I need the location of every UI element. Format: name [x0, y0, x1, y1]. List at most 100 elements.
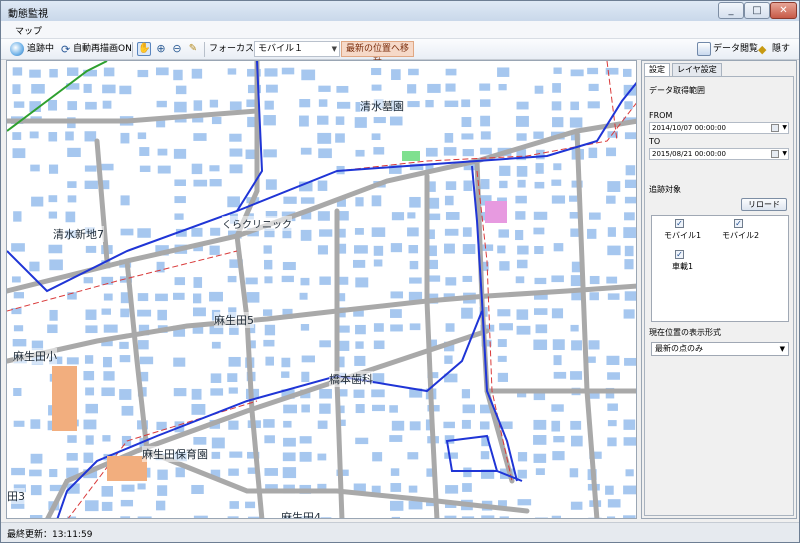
building-block — [354, 245, 368, 254]
building-block — [444, 243, 455, 254]
zoom-out-icon[interactable]: ⊖ — [170, 42, 184, 56]
building-block — [552, 339, 565, 350]
focus-select[interactable]: モバイル１ ▼ — [254, 41, 340, 57]
building-block — [624, 245, 634, 257]
zoom-in-icon[interactable]: ⊕ — [154, 42, 168, 56]
building-block — [227, 275, 237, 283]
building-block — [535, 324, 548, 334]
building-block — [12, 148, 26, 159]
hide-button[interactable]: 隠す — [772, 42, 790, 57]
maximize-icon[interactable]: □ — [744, 2, 770, 19]
building-block — [173, 357, 186, 367]
calendar-icon[interactable] — [771, 124, 779, 132]
auto-redraw-toggle[interactable]: 自動再描画ON — [73, 42, 132, 57]
display-format-select[interactable]: 最新の点のみ ▼ — [651, 342, 789, 356]
close-icon[interactable]: ✕ — [770, 2, 797, 19]
data-view-button[interactable]: データ閲覧 — [713, 42, 758, 57]
move-to-latest-button[interactable]: 最新の位置へ移動 — [341, 41, 414, 68]
building-block — [553, 163, 562, 171]
building-block — [517, 245, 529, 255]
building-block — [48, 99, 58, 111]
building-block — [192, 307, 206, 317]
tracking-toggle[interactable]: 追跡中 — [27, 42, 54, 57]
building-block — [516, 133, 527, 141]
building-block — [623, 419, 636, 430]
building-block — [607, 437, 617, 447]
building-block — [587, 356, 596, 363]
building-block — [371, 133, 381, 140]
building-block — [409, 260, 419, 270]
building-block — [281, 357, 291, 368]
building-block — [607, 181, 621, 192]
from-date-field[interactable]: 2014/10/07 00:00:00 ▼ — [649, 122, 789, 134]
last-updated-status: 最終更新：13:11:59 — [7, 530, 93, 540]
building-block — [227, 373, 238, 383]
tracking-icon[interactable] — [10, 42, 24, 56]
building-block — [516, 259, 528, 269]
main-window: 動態監視 _ □ ✕ マップ 追跡中 ⟳ 自動再描画ON ✋ ⊕ ⊖ ✎ フォー… — [0, 0, 800, 543]
building-block — [210, 373, 222, 383]
building-block — [319, 276, 331, 285]
building-block — [193, 100, 203, 111]
building-block — [551, 101, 562, 111]
building-block — [246, 292, 260, 303]
building-block — [481, 244, 494, 251]
building-block — [425, 147, 438, 157]
building-block — [264, 468, 278, 476]
building-block — [552, 117, 564, 128]
tab-settings[interactable]: 設定 — [644, 63, 670, 76]
building-block — [120, 516, 131, 518]
refresh-icon[interactable]: ⟳ — [61, 42, 70, 57]
building-block — [281, 371, 290, 378]
building-block — [553, 243, 564, 252]
building-block — [462, 227, 472, 237]
building-block — [65, 211, 76, 223]
building-block — [317, 211, 330, 221]
building-block — [607, 403, 618, 411]
map-canvas[interactable]: 清水墓園 くらクリニック 清水新地7 麻生田5 麻生田小 橋本歯科 麻生田保育園… — [6, 60, 637, 519]
building-block — [517, 499, 532, 506]
building-block — [211, 341, 221, 349]
chevron-down-icon[interactable]: ▼ — [782, 123, 787, 133]
building-block — [623, 485, 636, 495]
building-block — [408, 245, 419, 254]
calendar-icon[interactable] — [771, 150, 779, 158]
target-checkbox-mobile1[interactable]: ✓ — [675, 219, 684, 228]
building-block — [119, 85, 132, 95]
building-block — [624, 212, 635, 221]
building-block — [569, 211, 579, 219]
building-block — [588, 212, 601, 220]
building-block — [317, 180, 328, 191]
building-block — [209, 291, 223, 302]
toolbar-separator — [132, 42, 133, 57]
building-block — [31, 84, 45, 94]
minimize-icon[interactable]: _ — [718, 2, 744, 19]
chevron-down-icon[interactable]: ▼ — [782, 149, 787, 159]
hand-pan-icon[interactable]: ✋ — [137, 42, 151, 56]
building-block — [373, 147, 385, 155]
building-block — [499, 180, 508, 189]
target-checkbox-mobile2[interactable]: ✓ — [734, 219, 743, 228]
building-block — [155, 500, 166, 511]
building-block — [191, 388, 202, 400]
building-block — [606, 195, 616, 204]
building-block — [228, 468, 239, 476]
building-block — [173, 292, 185, 300]
building-block — [174, 277, 186, 286]
building-block — [499, 165, 511, 176]
building-block — [317, 115, 329, 125]
building-block — [499, 323, 513, 331]
to-date-field[interactable]: 2015/08/21 00:00:00 ▼ — [649, 148, 789, 160]
target-checkbox-vehicle1[interactable]: ✓ — [675, 250, 684, 259]
building-block — [462, 483, 472, 492]
menu-map[interactable]: マップ — [15, 24, 42, 37]
layers-icon[interactable]: ◆ — [758, 42, 766, 57]
data-view-icon[interactable] — [697, 42, 711, 56]
building-block — [462, 404, 475, 414]
tab-layer-settings[interactable]: レイヤ設定 — [672, 63, 722, 76]
building-block — [137, 293, 149, 302]
building-block — [444, 452, 458, 459]
measure-icon[interactable]: ✎ — [186, 42, 200, 56]
building-block — [193, 437, 207, 445]
reload-button[interactable]: リロード — [741, 198, 787, 211]
